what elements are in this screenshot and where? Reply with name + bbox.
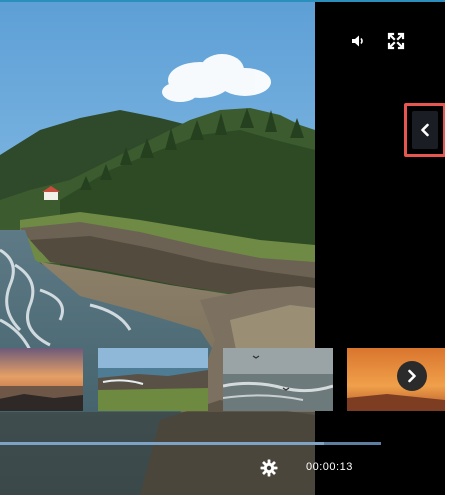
chevron-right-icon[interactable]	[397, 361, 427, 391]
speaker-icon[interactable]	[347, 30, 369, 52]
progress-bar[interactable]	[0, 442, 381, 445]
side-panel	[315, 2, 447, 495]
orange-sky-thumb[interactable]	[347, 348, 445, 411]
gear-icon[interactable]	[259, 458, 279, 478]
thumbnail-strip	[0, 346, 445, 412]
collapse-panel-button[interactable]	[404, 103, 446, 157]
sunset-coast-thumb[interactable]	[0, 348, 83, 411]
chevron-left-icon[interactable]	[412, 111, 438, 149]
top-border	[0, 0, 447, 2]
video-frame[interactable]	[0, 0, 315, 495]
time-display: 00:00:13	[306, 461, 353, 473]
rocky-shore-thumb[interactable]	[98, 348, 208, 411]
page-edge	[445, 0, 450, 495]
video-player[interactable]: 00:00:13	[0, 0, 447, 495]
fullscreen-expand-icon[interactable]	[384, 29, 408, 53]
progress-fill	[0, 442, 324, 445]
surf-birds-thumb[interactable]	[223, 348, 333, 411]
